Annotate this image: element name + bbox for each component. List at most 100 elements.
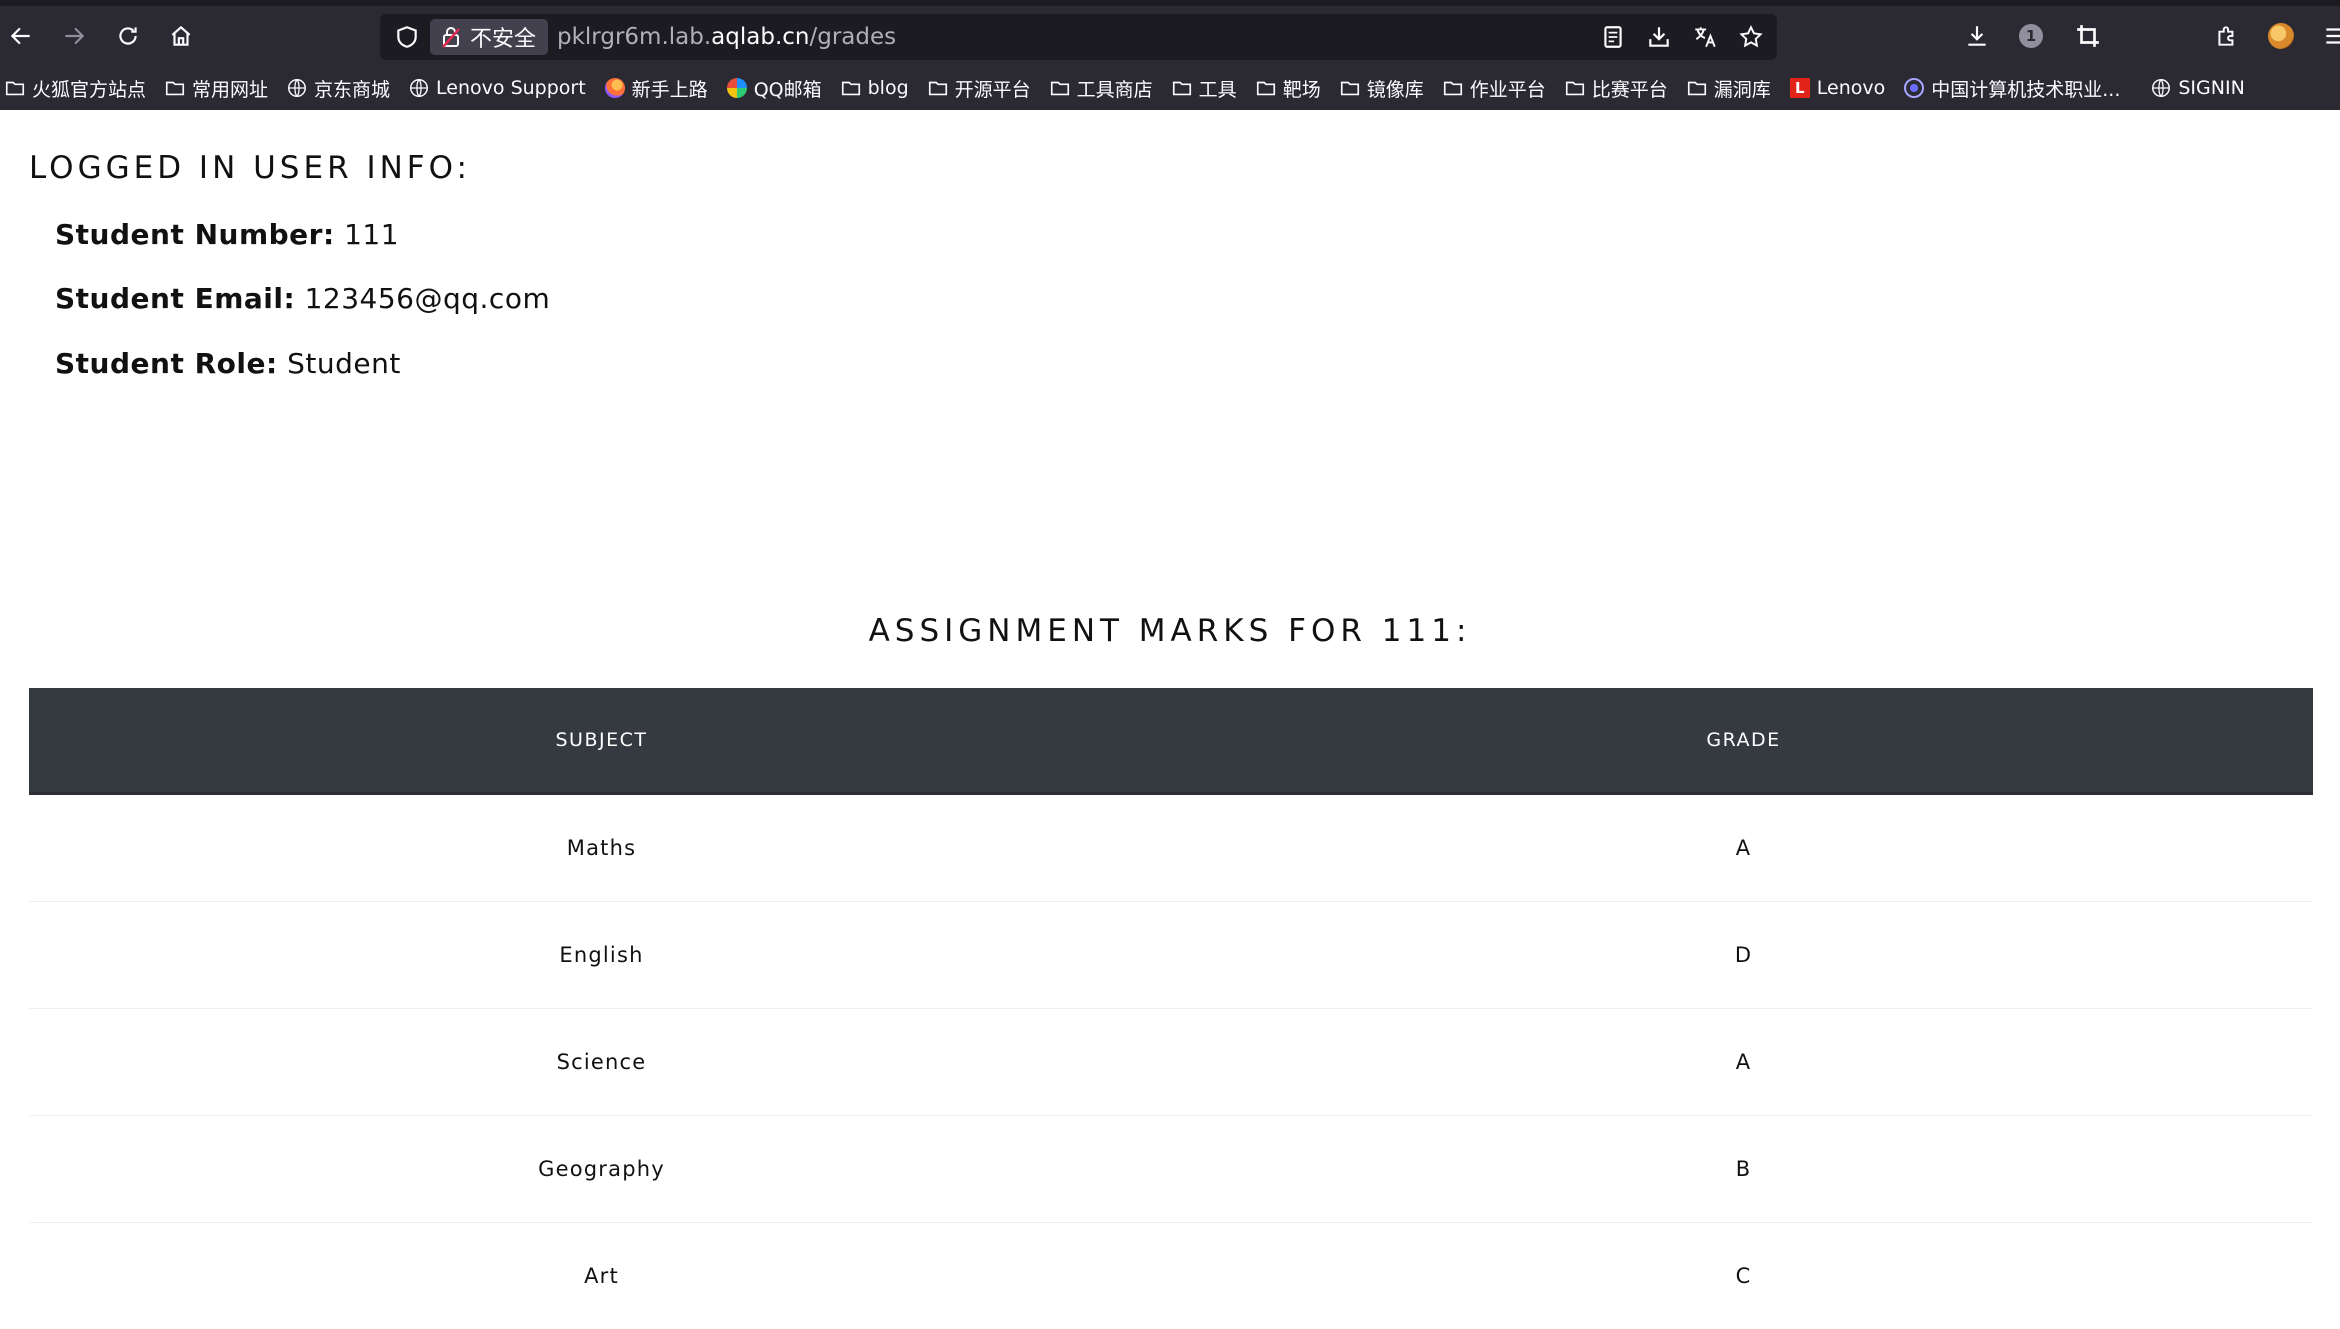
bookmark-label: 镜像库 (1367, 75, 1424, 102)
table-row: Maths A (29, 794, 2313, 902)
bookmark-label: 京东商城 (314, 75, 390, 102)
save-page-button[interactable] (1643, 21, 1675, 53)
arrow-right-icon (61, 23, 87, 49)
bookmark-item[interactable]: 作业平台 (1442, 75, 1546, 102)
folder-icon (1442, 77, 1464, 99)
bookmark-label: 常用网址 (192, 75, 268, 102)
bookmark-label: 作业平台 (1470, 75, 1546, 102)
grades-table: SUBJECT GRADE Maths A English D Science … (29, 688, 2313, 1329)
bookmark-label: 中国计算机技术职业... (1931, 75, 2120, 102)
bookmark-item[interactable]: 镜像库 (1339, 75, 1424, 102)
globe-icon (408, 77, 430, 99)
bookmark-label: 靶场 (1283, 75, 1321, 102)
grade-cell: D (1174, 902, 2313, 1009)
save-to-disk-icon (1646, 24, 1672, 50)
hamburger-menu-icon (2322, 23, 2340, 49)
bookmark-item[interactable]: 比赛平台 (1564, 75, 1668, 102)
bookmark-label: 新手上路 (632, 75, 708, 102)
student-email-line: Student Email: 123456@qq.com (55, 282, 550, 315)
assignment-marks-heading: ASSIGNMENT MARKS FOR 111: (0, 613, 2340, 649)
bookmark-label: 漏洞库 (1714, 75, 1771, 102)
download-icon (1964, 23, 1990, 49)
back-button[interactable] (4, 19, 38, 53)
address-bar[interactable]: 不安全 pklrgr6m.lab.aqlab.cn/grades (380, 14, 1777, 60)
app-menu-button[interactable] (2318, 19, 2340, 53)
grade-cell: B (1174, 1116, 2313, 1223)
folder-icon (927, 77, 949, 99)
header-grade: GRADE (1174, 688, 2313, 794)
bookmark-item[interactable]: 中国计算机技术职业... (1903, 75, 2120, 102)
arrow-left-icon (8, 23, 34, 49)
bookmark-item[interactable]: blog (840, 77, 909, 99)
bookmark-item[interactable]: 漏洞库 (1686, 75, 1771, 102)
translate-button[interactable] (1689, 21, 1721, 53)
bookmark-item[interactable]: Lenovo Support (408, 77, 586, 99)
bookmark-item[interactable]: QQ邮箱 (726, 75, 822, 102)
avatar-icon (2268, 23, 2294, 49)
grade-cell: C (1174, 1223, 2313, 1329)
subject-cell: Science (29, 1009, 1174, 1116)
folder-icon (4, 77, 26, 99)
bookmark-item[interactable]: 火狐官方站点 (4, 75, 146, 102)
user-info-heading: LOGGED IN USER INFO: (29, 150, 471, 186)
downloads-button[interactable] (1960, 19, 1994, 53)
bookmark-item[interactable]: 常用网址 (164, 75, 268, 102)
grade-cell: A (1174, 1009, 2313, 1116)
bookmark-item[interactable]: LLenovo (1789, 77, 1885, 99)
lenovo-icon: L (1789, 77, 1811, 99)
translate-icon (1692, 24, 1718, 50)
bookmark-item[interactable]: 开源平台 (927, 75, 1031, 102)
bookmark-item[interactable]: 新手上路 (604, 75, 708, 102)
subject-cell: Geography (29, 1116, 1174, 1223)
bookmark-item[interactable]: 工具 (1171, 75, 1237, 102)
bookmark-star-button[interactable] (1735, 21, 1767, 53)
url-text[interactable]: pklrgr6m.lab.aqlab.cn/grades (557, 14, 896, 60)
account-button[interactable] (2264, 19, 2298, 53)
crop-tool-button[interactable] (2071, 19, 2105, 53)
table-row: Geography B (29, 1116, 2313, 1223)
home-icon (168, 23, 194, 49)
bookmark-item[interactable]: 靶场 (1255, 75, 1321, 102)
student-email-value: 123456@qq.com (305, 282, 551, 315)
bookmark-label: 比赛平台 (1592, 75, 1668, 102)
puzzle-icon (2214, 23, 2240, 49)
folder-icon (164, 77, 186, 99)
subject-cell: Art (29, 1223, 1174, 1329)
home-button[interactable] (164, 19, 198, 53)
bookmark-label: Lenovo Support (436, 77, 586, 99)
url-host: aqlab.cn (711, 24, 809, 50)
bookmark-label: QQ邮箱 (754, 75, 822, 102)
notification-badge-button[interactable]: 1 (2014, 19, 2048, 53)
student-role-value: Student (287, 347, 401, 380)
bookmark-item[interactable]: SIGNIN (2150, 77, 2244, 99)
insecure-connection-indicator[interactable]: 不安全 (430, 19, 548, 55)
folder-icon (1049, 77, 1071, 99)
browser-chrome: 不安全 pklrgr6m.lab.aqlab.cn/grades (0, 0, 2340, 110)
bookmark-label: blog (868, 77, 909, 99)
forward-button[interactable] (57, 19, 91, 53)
reader-view-button[interactable] (1597, 21, 1629, 53)
table-header-row: SUBJECT GRADE (29, 688, 2313, 794)
bookmark-item[interactable]: 工具商店 (1049, 75, 1153, 102)
header-subject: SUBJECT (29, 688, 1174, 794)
reload-button[interactable] (111, 19, 145, 53)
extensions-button[interactable] (2210, 19, 2244, 53)
navigation-toolbar: 不安全 pklrgr6m.lab.aqlab.cn/grades (0, 6, 2340, 66)
student-role-line: Student Role: Student (55, 347, 401, 380)
student-number-line: Student Number: 111 (55, 218, 399, 251)
site-icon (1903, 77, 1925, 99)
bookmark-item[interactable]: 京东商城 (286, 75, 390, 102)
student-number-value: 111 (344, 218, 399, 251)
globe-icon (2150, 77, 2172, 99)
subject-cell: English (29, 902, 1174, 1009)
folder-icon (840, 77, 862, 99)
folder-icon (1686, 77, 1708, 99)
count-badge: 1 (2019, 24, 2043, 48)
shield-icon[interactable] (394, 24, 420, 50)
grade-cell: A (1174, 794, 2313, 902)
qq-mail-icon (726, 77, 748, 99)
bookmark-label: 开源平台 (955, 75, 1031, 102)
reload-icon (115, 23, 141, 49)
table-row: Art C (29, 1223, 2313, 1329)
insecure-label: 不安全 (470, 21, 536, 53)
